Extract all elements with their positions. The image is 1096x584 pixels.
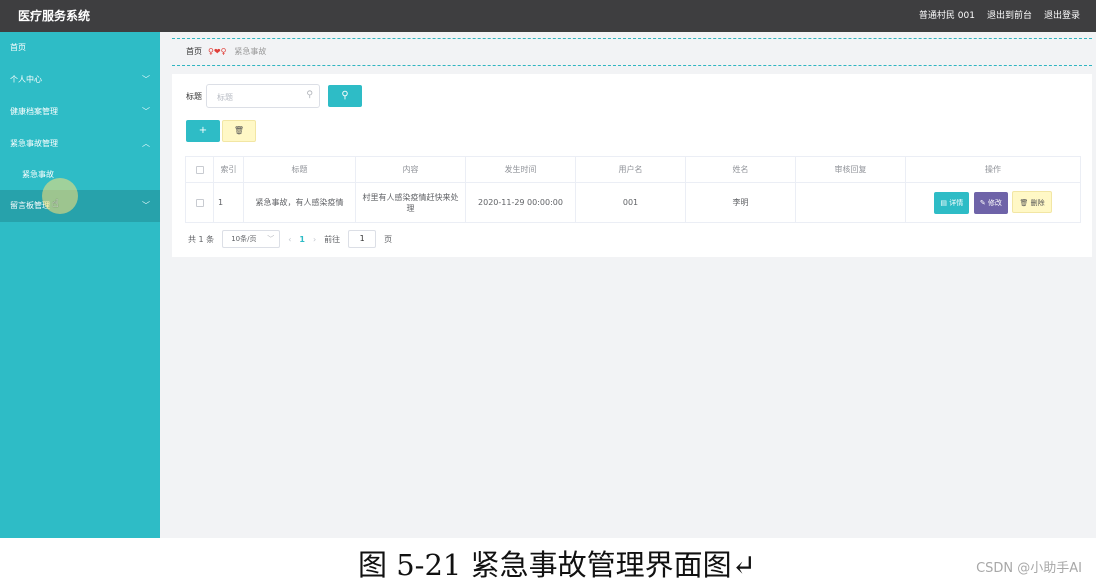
delete-button[interactable]: 🗑 删除: [1012, 191, 1052, 213]
edit-button[interactable]: ✎ 修改: [973, 192, 1008, 214]
total-count: 共 1 条: [188, 234, 215, 244]
sidebar-item-emergency[interactable]: 紧急事故: [0, 160, 160, 190]
document-icon: ▤: [940, 199, 950, 207]
add-button[interactable]: +: [186, 120, 220, 142]
breadcrumb: 首页 ♀❤♀ 紧急事故: [172, 38, 1092, 66]
search-row: 标题 ⚲ ⚲: [186, 84, 362, 109]
chevron-down-icon: ﹀: [142, 75, 150, 84]
prev-page-button[interactable]: ‹: [288, 235, 291, 244]
search-input[interactable]: [207, 86, 303, 109]
column-header: 姓名: [685, 156, 796, 183]
edit-label: 修改: [987, 199, 1002, 207]
figure-caption-area: 图 5-21 紧急事故管理界面图↵ CSDN @小助手AI: [0, 540, 1096, 584]
main-content: 首页 ♀❤♀ 紧急事故 标题 ⚲ ⚲ + 🗑: [172, 32, 1092, 538]
trash-icon: 🗑: [233, 126, 245, 135]
page-suffix: 页: [384, 234, 393, 244]
column-header: 内容: [355, 156, 466, 183]
cell-name: 李明: [685, 182, 796, 223]
chevron-down-icon: ﹀: [142, 107, 150, 116]
cell-title: 紧急事故，有人感染疫情: [243, 182, 356, 223]
to-front-link[interactable]: 退出到前台: [987, 8, 1032, 21]
chevron-down-icon: ﹀: [267, 235, 275, 243]
sidebar-item-label: 紧急事故管理: [10, 139, 58, 148]
chevron-up-icon: ︿: [142, 139, 150, 148]
cursor-highlight: [42, 178, 78, 214]
column-header: 发生时间: [465, 156, 576, 183]
current-user: 普通村民 001: [918, 11, 975, 21]
select-all-cell: [185, 156, 214, 183]
sidebar-item-label: 个人中心: [10, 75, 42, 84]
sidebar-item-label: 紧急事故: [22, 170, 54, 179]
app-window: 医疗服务系统 普通村民 001 退出到前台 退出登录 首页 个人中心 ﹀ 健康档…: [0, 0, 1096, 538]
sidebar-item-label: 健康档案管理: [10, 107, 58, 116]
cell-operations: ▤ 详情 ✎ 修改 🗑 删除: [905, 182, 1081, 223]
chevron-down-icon: ﹀: [142, 201, 150, 210]
column-header: 操作: [905, 156, 1081, 183]
select-all-checkbox[interactable]: [195, 165, 204, 174]
batch-delete-button[interactable]: 🗑: [222, 120, 256, 142]
app-title: 医疗服务系统: [18, 9, 91, 23]
detail-label: 详情: [949, 199, 964, 207]
cell-time: 2020-11-29 00:00:00: [465, 182, 576, 223]
pagination: 共 1 条 10条/页 ﹀ ‹ 1 › 前往 1 页: [188, 230, 392, 248]
row-checkbox[interactable]: [195, 198, 204, 207]
delete-label: 删除: [1030, 199, 1045, 207]
cell-index: 1: [213, 182, 244, 223]
search-icon: ⚲: [306, 90, 313, 100]
sidebar-item-home[interactable]: 首页: [0, 32, 160, 64]
heart-logo-icon: ♀❤♀: [208, 47, 227, 56]
table-row: 1 紧急事故，有人感染疫情 村里有人感染疫情赶快来处理 2020-11-29 0…: [185, 182, 1081, 223]
sidebar: 首页 个人中心 ﹀ 健康档案管理 ﹀ 紧急事故管理 ︿ 紧急事故 留言板管理 ﹀: [0, 32, 160, 538]
data-table: 索引 标题 内容 发生时间 用户名 姓名 审核回复 操作 1 紧急事故，有人感染…: [185, 156, 1081, 223]
hand-cursor-icon: ☝: [52, 197, 59, 210]
top-bar: 医疗服务系统 普通村民 001 退出到前台 退出登录: [0, 0, 1096, 32]
search-button[interactable]: ⚲: [328, 85, 362, 107]
next-page-button[interactable]: ›: [313, 235, 316, 244]
sidebar-item-profile[interactable]: 个人中心 ﹀: [0, 64, 160, 96]
cell-content: 村里有人感染疫情赶快来处理: [355, 182, 466, 223]
goto-label: 前往: [324, 234, 341, 244]
detail-button[interactable]: ▤ 详情: [934, 192, 970, 214]
page-size-value: 10条/页: [231, 235, 257, 243]
sidebar-item-health-records[interactable]: 健康档案管理 ﹀: [0, 96, 160, 128]
figure-caption: 图 5-21 紧急事故管理界面图↵: [358, 548, 756, 582]
search-icon: ⚲: [341, 90, 349, 101]
breadcrumb-current: 紧急事故: [234, 47, 267, 56]
column-header: 用户名: [575, 156, 686, 183]
table-header-row: 索引 标题 内容 发生时间 用户名 姓名 审核回复 操作: [185, 156, 1081, 183]
column-header: 审核回复: [795, 156, 906, 183]
pencil-icon: ✎: [979, 199, 988, 207]
breadcrumb-home[interactable]: 首页: [186, 47, 202, 56]
sidebar-item-label: 首页: [10, 43, 26, 52]
page-number[interactable]: 1: [299, 235, 305, 244]
trash-icon: 🗑: [1019, 199, 1031, 207]
page-size-select[interactable]: 10条/页 ﹀: [222, 230, 281, 248]
sidebar-item-emergency-management[interactable]: 紧急事故管理 ︿: [0, 128, 160, 160]
logout-link[interactable]: 退出登录: [1044, 8, 1080, 21]
cell-username: 001: [575, 182, 686, 223]
cell-review: [795, 182, 906, 223]
top-right-links: 普通村民 001 退出到前台 退出登录: [919, 8, 1080, 21]
plus-icon: +: [198, 125, 208, 136]
goto-page-input[interactable]: 1: [348, 230, 377, 248]
sidebar-item-message-board[interactable]: 留言板管理 ﹀: [0, 190, 160, 222]
watermark: CSDN @小助手AI: [976, 561, 1082, 576]
row-select-cell: [185, 182, 214, 223]
column-header: 标题: [243, 156, 356, 183]
column-header: 索引: [213, 156, 244, 183]
action-row: + 🗑: [186, 120, 256, 142]
search-box: ⚲: [206, 84, 320, 109]
content-panel: 标题 ⚲ ⚲ + 🗑: [172, 74, 1092, 257]
search-label: 标题: [186, 91, 202, 101]
